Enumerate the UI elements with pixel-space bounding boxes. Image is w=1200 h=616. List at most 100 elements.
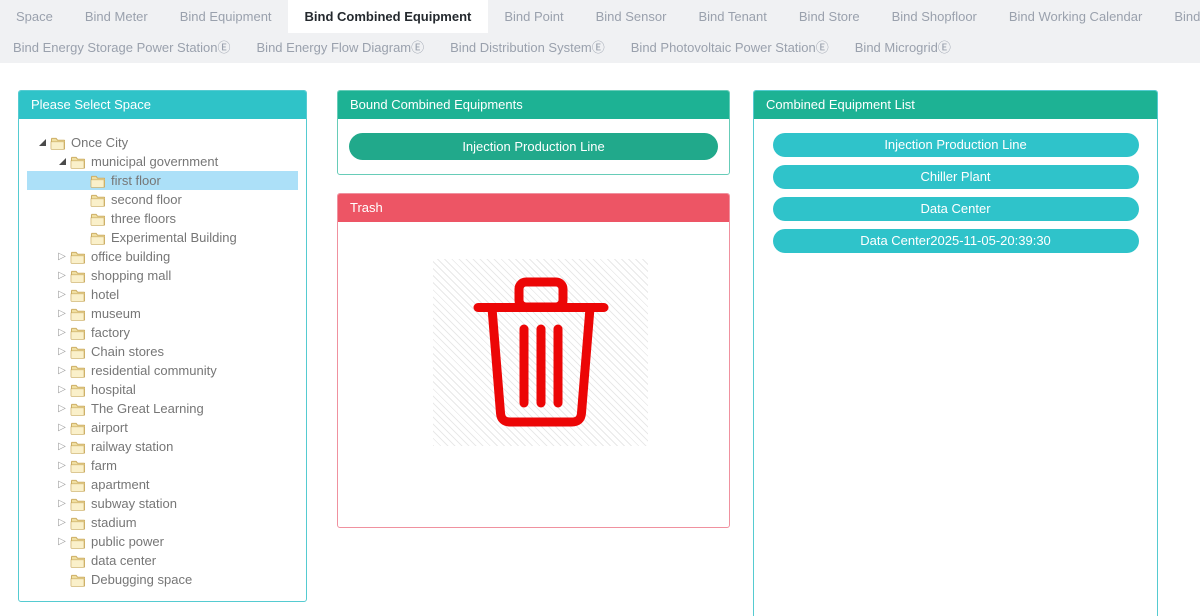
folder-icon bbox=[70, 573, 85, 587]
folder-icon bbox=[70, 383, 85, 397]
tree-collapse-icon[interactable]: ▷ bbox=[58, 537, 66, 547]
tab-bind-meter[interactable]: Bind Meter bbox=[69, 0, 164, 33]
tab-bind-combined-equipment[interactable]: Bind Combined Equipment bbox=[288, 0, 489, 33]
tree-node-label: The Great Learning bbox=[91, 401, 204, 416]
tree-arrow-slot bbox=[55, 155, 69, 169]
tree-node-chain-stores[interactable]: ▷ Chain stores bbox=[27, 342, 298, 361]
tree-collapse-icon[interactable]: ▷ bbox=[58, 404, 66, 414]
tree-node-public-power[interactable]: ▷ public power bbox=[27, 532, 298, 551]
tab-bind-shopfloor[interactable]: Bind Shopfloor bbox=[876, 0, 993, 33]
folder-icon bbox=[70, 478, 85, 492]
tree-collapse-icon[interactable]: ▷ bbox=[58, 252, 66, 262]
tree-node-label: hospital bbox=[91, 382, 136, 397]
tree-node-municipal-government[interactable]: municipal government bbox=[27, 152, 298, 171]
tree-node-hotel[interactable]: ▷ hotel bbox=[27, 285, 298, 304]
tree-collapse-icon[interactable]: ▷ bbox=[58, 518, 66, 528]
tree-node-residential-community[interactable]: ▷ residential community bbox=[27, 361, 298, 380]
tree-collapse-icon[interactable]: ▷ bbox=[58, 328, 66, 338]
tab-bind-photovoltaic-power-station[interactable]: Bind Photovoltaic Power StationⒺ bbox=[618, 33, 842, 63]
trash-drop-zone[interactable] bbox=[433, 259, 648, 446]
tree-node-label: hotel bbox=[91, 287, 119, 302]
tab-bind-sensor[interactable]: Bind Sensor bbox=[580, 0, 683, 33]
equipment-item-injection-production-line[interactable]: Injection Production Line bbox=[773, 133, 1139, 157]
tree-expand-icon[interactable] bbox=[39, 139, 46, 146]
tab-bind-store[interactable]: Bind Store bbox=[783, 0, 876, 33]
tree-collapse-icon[interactable]: ▷ bbox=[58, 271, 66, 281]
tree-arrow-slot: ▷ bbox=[55, 364, 69, 378]
tree-collapse-icon[interactable]: ▷ bbox=[58, 423, 66, 433]
tree-collapse-icon[interactable]: ▷ bbox=[58, 366, 66, 376]
tree-arrow-slot bbox=[75, 193, 89, 207]
bound-equipment-list: Injection Production Line bbox=[338, 133, 729, 160]
tree-node-label: second floor bbox=[111, 192, 182, 207]
tree-node-second-floor[interactable]: second floor bbox=[27, 190, 298, 209]
folder-icon bbox=[90, 231, 105, 245]
tree-node-label: factory bbox=[91, 325, 130, 340]
folder-icon bbox=[70, 440, 85, 454]
tree-node-data-center[interactable]: data center bbox=[27, 551, 298, 570]
tree-node-hospital[interactable]: ▷ hospital bbox=[27, 380, 298, 399]
tree-node-three-floors[interactable]: three floors bbox=[27, 209, 298, 228]
tree-collapse-icon[interactable]: ▷ bbox=[58, 290, 66, 300]
tree-node-museum[interactable]: ▷ museum bbox=[27, 304, 298, 323]
tree-expand-icon[interactable] bbox=[59, 158, 66, 165]
tree-node-the-great-learning[interactable]: ▷ The Great Learning bbox=[27, 399, 298, 418]
tree-node-railway-station[interactable]: ▷ railway station bbox=[27, 437, 298, 456]
tab-bind-microgrid[interactable]: Bind MicrogridⒺ bbox=[842, 33, 964, 63]
tree-node-debugging-space[interactable]: Debugging space bbox=[27, 570, 298, 589]
tree-arrow-slot: ▷ bbox=[55, 478, 69, 492]
tree-node-label: farm bbox=[91, 458, 117, 473]
tree-arrow-slot bbox=[75, 174, 89, 188]
tab-space[interactable]: Space bbox=[0, 0, 69, 33]
tree-node-first-floor[interactable]: first floor bbox=[27, 171, 298, 190]
combined-equipment-list-panel: Combined Equipment List Injection Produc… bbox=[753, 90, 1158, 616]
bound-panel-title: Bound Combined Equipments bbox=[338, 91, 729, 119]
tab-bind-working-calendar[interactable]: Bind Working Calendar bbox=[993, 0, 1158, 33]
tree-collapse-icon[interactable]: ▷ bbox=[58, 385, 66, 395]
equipment-item-data-center2025-11-05-20-39-30[interactable]: Data Center2025-11-05-20:39:30 bbox=[773, 229, 1139, 253]
tree-node-once-city[interactable]: Once City bbox=[27, 133, 298, 152]
tab-bind-energy-flow-diagram[interactable]: Bind Energy Flow DiagramⒺ bbox=[244, 33, 438, 63]
tree-node-label: residential community bbox=[91, 363, 217, 378]
tree-arrow-slot: ▷ bbox=[55, 535, 69, 549]
tree-node-farm[interactable]: ▷ farm bbox=[27, 456, 298, 475]
tree-collapse-icon[interactable]: ▷ bbox=[58, 309, 66, 319]
tree-node-label: museum bbox=[91, 306, 141, 321]
tree-node-label: three floors bbox=[111, 211, 176, 226]
tab-bind-equipment[interactable]: Bind Equipment bbox=[164, 0, 288, 33]
tree-collapse-icon[interactable]: ▷ bbox=[58, 347, 66, 357]
space-panel-title: Please Select Space bbox=[19, 91, 306, 119]
equipment-item-data-center[interactable]: Data Center bbox=[773, 197, 1139, 221]
tree-node-office-building[interactable]: ▷ office building bbox=[27, 247, 298, 266]
trash-panel-title: Trash bbox=[338, 194, 729, 222]
tree-node-shopping-mall[interactable]: ▷ shopping mall bbox=[27, 266, 298, 285]
tree-node-stadium[interactable]: ▷ stadium bbox=[27, 513, 298, 532]
tree-node-subway-station[interactable]: ▷ subway station bbox=[27, 494, 298, 513]
tab-bind-tenant[interactable]: Bind Tenant bbox=[682, 0, 782, 33]
tab-bind-point[interactable]: Bind Point bbox=[488, 0, 579, 33]
tree-arrow-slot: ▷ bbox=[55, 269, 69, 283]
folder-icon bbox=[70, 459, 85, 473]
tab-row-secondary: Bind Energy Storage Power StationⒺBind E… bbox=[0, 33, 1200, 63]
tree-collapse-icon[interactable]: ▷ bbox=[58, 499, 66, 509]
tree-arrow-slot bbox=[75, 231, 89, 245]
tree-arrow-slot: ▷ bbox=[55, 440, 69, 454]
tree-node-factory[interactable]: ▷ factory bbox=[27, 323, 298, 342]
tree-node-label: data center bbox=[91, 553, 156, 568]
space-tree: Once City municipal government first flo… bbox=[19, 119, 306, 589]
tree-collapse-icon[interactable]: ▷ bbox=[58, 461, 66, 471]
tree-node-apartment[interactable]: ▷ apartment bbox=[27, 475, 298, 494]
folder-icon bbox=[70, 250, 85, 264]
tree-node-experimental-building[interactable]: Experimental Building bbox=[27, 228, 298, 247]
tab-bind-command[interactable]: Bind Command Ⓔ bbox=[1158, 0, 1200, 33]
tab-bind-distribution-system[interactable]: Bind Distribution SystemⒺ bbox=[437, 33, 618, 63]
tree-collapse-icon[interactable]: ▷ bbox=[58, 442, 66, 452]
bound-equipment-injection-production-line[interactable]: Injection Production Line bbox=[349, 133, 718, 160]
tree-arrow-slot: ▷ bbox=[55, 421, 69, 435]
tree-arrow-slot: ▷ bbox=[55, 402, 69, 416]
equipment-item-chiller-plant[interactable]: Chiller Plant bbox=[773, 165, 1139, 189]
tab-bind-energy-storage-power-station[interactable]: Bind Energy Storage Power StationⒺ bbox=[0, 33, 244, 63]
tree-collapse-icon[interactable]: ▷ bbox=[58, 480, 66, 490]
space-tree-panel: Please Select Space Once City municipal … bbox=[18, 90, 307, 602]
tree-node-airport[interactable]: ▷ airport bbox=[27, 418, 298, 437]
